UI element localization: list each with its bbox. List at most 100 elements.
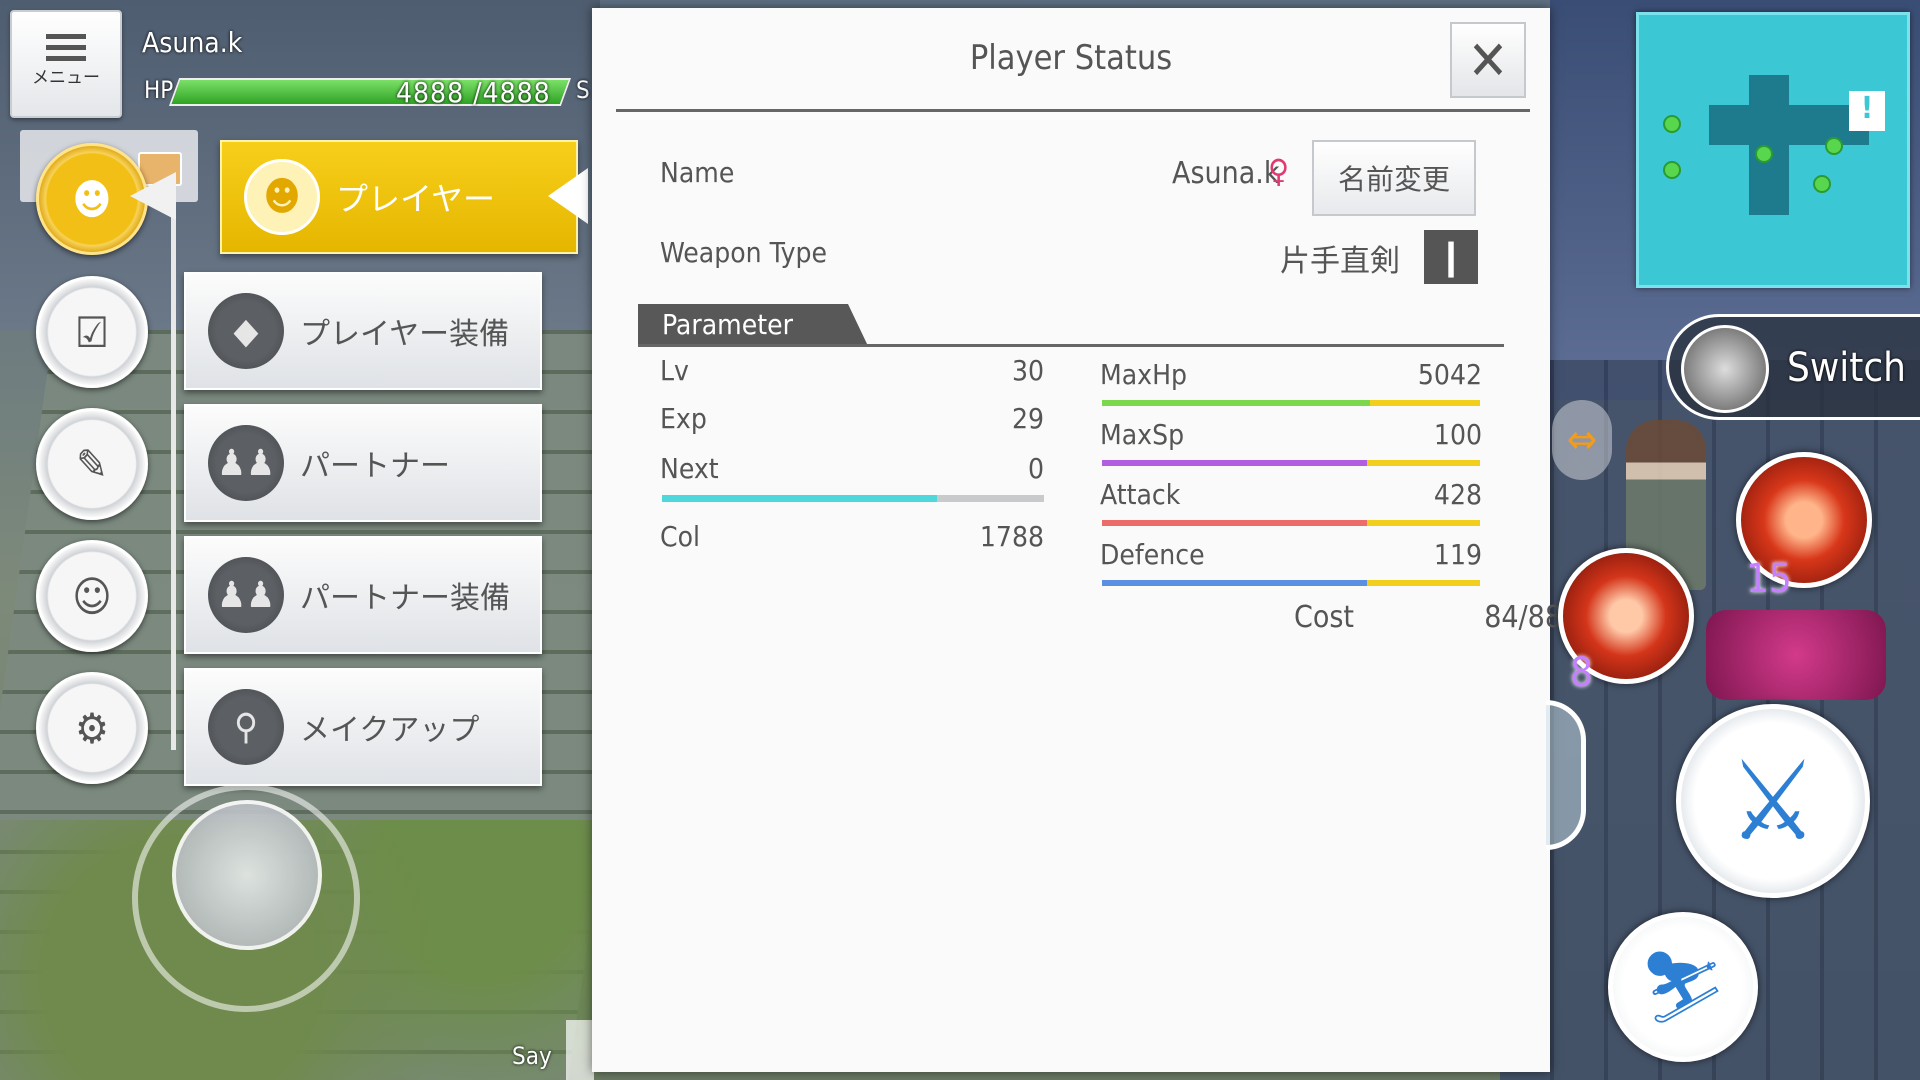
stat-maxsp-label: MaxSp (1100, 418, 1185, 451)
attack-bar-fill (1102, 520, 1367, 526)
stat-maxsp-value: 100 (1433, 418, 1482, 451)
stat-col-label: Col (660, 520, 701, 553)
divider (616, 109, 1530, 112)
alert-icon: ! (1849, 91, 1885, 131)
minimap-path (1749, 75, 1789, 215)
quest-log-icon: ✎ (76, 439, 108, 489)
switch-label: Switch (1787, 345, 1906, 391)
gear-icon: ⚙ (75, 703, 109, 753)
running-figure-icon: ⛷ (1638, 945, 1728, 1028)
submenu-partner-equipment-label: パートナー装備 (300, 581, 510, 616)
settings-menu-button[interactable]: ⚙ (36, 672, 148, 784)
skill2-cooldown: 8 (1570, 650, 1593, 696)
stat-maxhp-label: MaxHp (1100, 358, 1188, 391)
friends-icon: ☺ (72, 571, 112, 621)
name-value: Asuna.k (1172, 156, 1280, 191)
hud-player-name: Asuna.k (142, 26, 243, 59)
player-portrait-icon: ☻ (244, 159, 320, 235)
minimap-marker (1813, 175, 1831, 193)
stat-defence-value: 119 (1433, 538, 1482, 571)
maxhp-bar-fill (1102, 400, 1371, 406)
minimap-marker (1663, 161, 1681, 179)
stat-attack-value: 428 (1433, 478, 1482, 511)
partner-equipment-icon: ♟♟ (208, 557, 284, 633)
maxsp-bar (1102, 460, 1480, 466)
joystick-knob[interactable] (172, 800, 322, 950)
stat-col-value: 1788 (979, 520, 1044, 553)
submenu-player-equipment-label: プレイヤー装備 (300, 317, 510, 352)
action-ring-edge (1546, 700, 1586, 850)
submenu-partner[interactable]: ♟♟ パートナー (184, 404, 542, 522)
skill1-cooldown: 15 (1746, 556, 1792, 602)
chat-input[interactable] (566, 1020, 594, 1080)
maxhp-bar (1102, 400, 1480, 406)
submenu-partner-label: パートナー (300, 449, 450, 484)
friends-menu-button[interactable]: ☺ (36, 540, 148, 652)
attack-bar (1102, 520, 1480, 526)
minimap[interactable]: ! (1636, 12, 1910, 288)
panel-title: Player Status (969, 38, 1173, 78)
stat-maxhp-value: 5042 (1417, 358, 1482, 391)
weapon-swap-icon[interactable]: ⇔ (1552, 400, 1612, 480)
switch-button[interactable]: Switch (1666, 314, 1920, 420)
makeup-icon: ⚲ (208, 689, 284, 765)
sword-icon: ❙ (1424, 230, 1478, 284)
submenu-partner-equipment[interactable]: ♟♟ パートナー装備 (184, 536, 542, 654)
dodge-button[interactable]: ⛷ (1608, 912, 1758, 1062)
parameter-divider (638, 344, 1504, 347)
parameter-tab: Parameter (638, 304, 868, 346)
attack-button[interactable]: ⚔ (1676, 704, 1870, 898)
hp-label: HP (144, 76, 174, 104)
quest-log-menu-button[interactable]: ✎ (36, 408, 148, 520)
stat-lv-value: 30 (1011, 354, 1044, 387)
next-progress-fill (662, 495, 938, 502)
name-label: Name (660, 156, 735, 189)
next-progress-bar (662, 495, 1044, 502)
partner-icon: ♟♟ (208, 425, 284, 501)
sp-label: S (576, 76, 590, 104)
stat-exp-value: 29 (1011, 402, 1044, 435)
minimap-marker (1755, 145, 1773, 163)
player-status-panel: Player Status ✕ Name Asuna.k ♀ 名前変更 Weap… (592, 8, 1562, 1072)
cost-value: 84/88 (1484, 600, 1562, 635)
stat-attack-label: Attack (1100, 478, 1181, 511)
selection-pointer (130, 172, 176, 220)
stat-next-label: Next (660, 452, 719, 485)
stat-lv-label: Lv (660, 354, 689, 387)
submenu-player-label: プレイヤー (336, 180, 496, 218)
defence-bar (1102, 580, 1480, 586)
submenu-makeup[interactable]: ⚲ メイクアップ (184, 668, 542, 786)
menu-label: メニュー (32, 68, 100, 88)
rename-button[interactable]: 名前変更 (1312, 140, 1476, 216)
close-button[interactable]: ✕ (1450, 22, 1526, 98)
female-icon: ♀ (1268, 152, 1290, 190)
weapon-type-label: Weapon Type (660, 236, 828, 269)
submenu-player-equipment[interactable]: ◆ プレイヤー装備 (184, 272, 542, 390)
maxsp-bar-fill (1102, 460, 1367, 466)
cost-label: Cost (1294, 600, 1354, 635)
fruit-crate (1706, 610, 1886, 700)
menu-connector-line (171, 190, 176, 750)
say-label: Say (512, 1042, 552, 1070)
submenu-player[interactable]: ☻ プレイヤー (220, 140, 578, 254)
close-icon: ✕ (1467, 28, 1509, 92)
player-icon: ☻ (72, 174, 112, 224)
hamburger-icon (46, 34, 86, 61)
defence-bar-fill (1102, 580, 1367, 586)
parameter-tab-label: Parameter (662, 308, 793, 341)
equipment-icon: ◆ (208, 293, 284, 369)
bag-icon: ☑ (75, 307, 109, 357)
sword-attack-icon: ⚔ (1728, 737, 1818, 865)
stat-next-value: 0 (1027, 452, 1044, 485)
switch-icon (1681, 325, 1769, 413)
minimap-marker (1825, 137, 1843, 155)
minimap-marker (1663, 115, 1681, 133)
submenu-arrow (548, 168, 588, 224)
minimap-path (1709, 105, 1869, 145)
stat-exp-label: Exp (660, 402, 707, 435)
submenu-makeup-label: メイクアップ (300, 713, 480, 748)
menu-button[interactable]: メニュー (10, 10, 122, 118)
stat-defence-label: Defence (1100, 538, 1205, 571)
hp-value: 4888 /4888 (396, 76, 551, 109)
bag-menu-button[interactable]: ☑ (36, 276, 148, 388)
